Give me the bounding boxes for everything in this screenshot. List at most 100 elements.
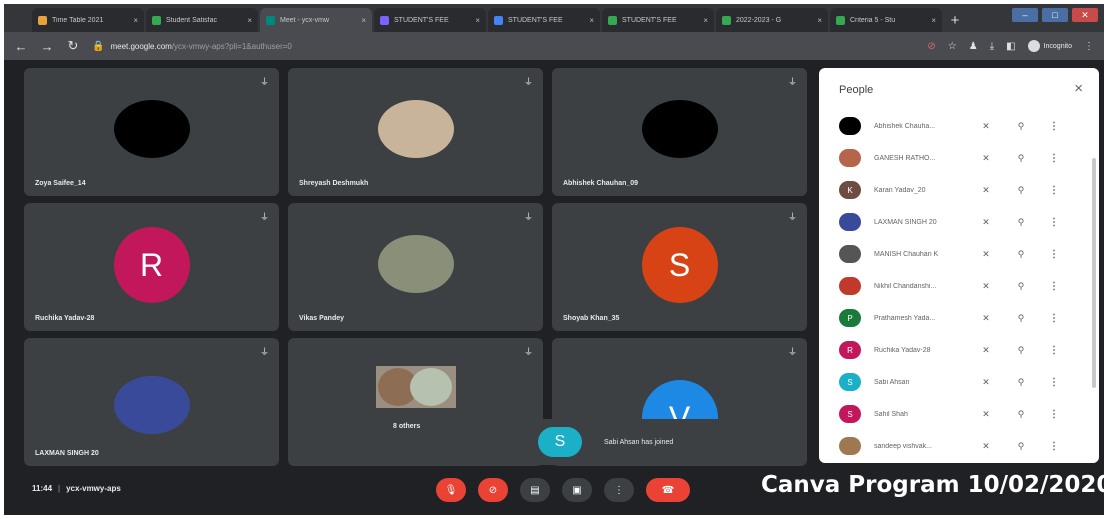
more-options-icon[interactable]: ⋮ <box>1047 185 1061 196</box>
browser-menu-icon[interactable]: ⋮ <box>1084 41 1094 52</box>
meeting-details[interactable]: 11:44 | ycx-vmwy-aps <box>32 484 121 493</box>
sidebar-icon[interactable]: ◧ <box>1006 41 1015 52</box>
participant-row[interactable]: P Prathamesh Yada... ✕ ⚲ ⋮ <box>819 302 1089 334</box>
mic-muted-icon[interactable]: ✕ <box>979 313 993 324</box>
more-options-icon[interactable]: ⋮ <box>1047 121 1061 132</box>
browser-tab[interactable]: STUDENT'S FEE × <box>602 8 714 32</box>
camera-blocked-icon[interactable]: ⊘ <box>927 41 935 52</box>
browser-tab[interactable]: Time Table 2021 × <box>32 8 144 32</box>
browser-tab[interactable]: STUDENT'S FEE × <box>374 8 486 32</box>
close-window-button[interactable]: ✕ <box>1072 8 1098 22</box>
pin-icon[interactable]: ⚲ <box>1014 153 1028 164</box>
participant-avatar <box>113 100 190 158</box>
pin-icon[interactable]: ⚲ <box>1014 121 1028 132</box>
download-icon[interactable]: ⤓ <box>990 41 994 52</box>
pin-icon[interactable]: ⚲ <box>1014 313 1028 324</box>
participant-tile[interactable]: ⏚ Shreyash Deshmukh <box>288 68 543 196</box>
mic-muted-icon[interactable]: ✕ <box>979 217 993 228</box>
more-options-icon[interactable]: ⋮ <box>1047 281 1061 292</box>
participant-row[interactable]: MANISH Chauhan K ✕ ⚲ ⋮ <box>819 238 1089 270</box>
tab-close-icon[interactable]: × <box>703 16 708 25</box>
browser-tab[interactable]: Meet - ycx-vmw × <box>260 8 372 32</box>
participant-row[interactable]: S Sabi Ahsan ✕ ⚲ ⋮ <box>819 366 1089 398</box>
participant-tile[interactable]: ⏚ LAXMAN SINGH 20 <box>24 338 279 466</box>
captions-button[interactable]: ▤ <box>520 478 550 502</box>
panel-scrollbar[interactable] <box>1092 158 1096 388</box>
pin-icon[interactable]: ⚲ <box>1014 345 1028 356</box>
participant-row[interactable]: sandeep vishvak... ✕ ⚲ ⋮ <box>819 430 1089 462</box>
mic-muted-icon[interactable]: ✕ <box>979 441 993 452</box>
participant-tile[interactable]: ⏚ 8 others <box>288 338 543 466</box>
tab-close-icon[interactable]: × <box>931 16 936 25</box>
participant-row[interactable]: R Ruchika Yadav-28 ✕ ⚲ ⋮ <box>819 334 1089 366</box>
url-field[interactable]: 🔒 meet.google.com/ycx-vmwy-aps?pli=1&aut… <box>92 37 915 55</box>
pin-icon[interactable]: ⚲ <box>1014 409 1028 420</box>
mic-muted-icon[interactable]: ✕ <box>979 121 993 132</box>
participant-row[interactable]: S Sahil Shah ✕ ⚲ ⋮ <box>819 398 1089 430</box>
participant-row[interactable]: Nikhil Chandanshi... ✕ ⚲ ⋮ <box>819 270 1089 302</box>
maximize-button[interactable]: □ <box>1042 8 1068 22</box>
participant-tile[interactable]: ⏚ R Ruchika Yadav-28 <box>24 203 279 331</box>
participant-tile[interactable]: ⏚ Vikas Pandey <box>288 203 543 331</box>
present-button[interactable]: ▣ <box>562 478 592 502</box>
more-options-icon[interactable]: ⋮ <box>1047 377 1061 388</box>
pin-icon[interactable]: ⚲ <box>1014 441 1028 452</box>
more-options-icon[interactable]: ⋮ <box>1047 153 1061 164</box>
participant-avatar <box>839 437 861 455</box>
tab-close-icon[interactable]: × <box>133 16 138 25</box>
mic-muted-icon[interactable]: ✕ <box>979 249 993 260</box>
tab-close-icon[interactable]: × <box>475 16 480 25</box>
mic-off-button[interactable]: 🎙 <box>436 478 466 502</box>
participant-tile[interactable]: ⏚ S Shoyab Khan_35 <box>552 203 807 331</box>
tab-close-icon[interactable]: × <box>247 16 252 25</box>
camera-off-button[interactable]: ⊘ <box>478 478 508 502</box>
back-icon[interactable]: ← <box>14 39 28 54</box>
incognito-indicator[interactable]: Incognito <box>1027 40 1072 52</box>
browser-tab[interactable]: 2022-2023 - G × <box>716 8 828 32</box>
pin-icon[interactable]: ⚲ <box>1014 217 1028 228</box>
browser-tab[interactable]: Criteria 5 - Stu × <box>830 8 942 32</box>
reload-icon[interactable]: ↻ <box>66 38 80 54</box>
more-options-icon[interactable]: ⋮ <box>1047 409 1061 420</box>
pin-icon[interactable]: ⚲ <box>1014 249 1028 260</box>
mic-muted-icon[interactable]: ✕ <box>979 345 993 356</box>
participant-avatar <box>839 213 861 231</box>
forward-icon[interactable]: → <box>40 39 54 54</box>
mic-muted-icon[interactable]: ✕ <box>979 185 993 196</box>
mic-muted-icon[interactable]: ✕ <box>979 281 993 292</box>
pin-icon[interactable]: ⚲ <box>1014 281 1028 292</box>
pin-icon[interactable]: ⚲ <box>1014 185 1028 196</box>
bookmark-star-icon[interactable]: ☆ <box>948 41 957 52</box>
mic-muted-icon[interactable]: ✕ <box>979 377 993 388</box>
participant-tile[interactable]: ⏚ Zoya Saifee_14 <box>24 68 279 196</box>
more-options-button[interactable]: ⋮ <box>604 478 634 502</box>
participant-row[interactable]: LAXMAN SINGH 20 ✕ ⚲ ⋮ <box>819 206 1089 238</box>
participant-name: Sabi Ahsan <box>874 378 910 386</box>
tab-close-icon[interactable]: × <box>361 16 366 25</box>
mic-muted-icon[interactable]: ✕ <box>979 409 993 420</box>
new-tab-button[interactable]: + <box>944 10 966 30</box>
extension-icon[interactable]: ♟ <box>969 41 978 52</box>
minimize-button[interactable]: – <box>1012 8 1038 22</box>
more-options-icon[interactable]: ⋮ <box>1047 217 1061 228</box>
participant-tile[interactable]: ⏚ Abhishek Chauhan_09 <box>552 68 807 196</box>
more-options-icon[interactable]: ⋮ <box>1047 313 1061 324</box>
tab-close-icon[interactable]: × <box>817 16 822 25</box>
mic-muted-icon[interactable]: ✕ <box>979 153 993 164</box>
end-call-button[interactable]: ☎ <box>646 478 690 502</box>
muted-mic-icon: ⏚ <box>523 212 533 222</box>
more-options-icon[interactable]: ⋮ <box>1047 345 1061 356</box>
participant-row[interactable]: GANESH RATHO... ✕ ⚲ ⋮ <box>819 142 1089 174</box>
more-options-icon[interactable]: ⋮ <box>1047 249 1061 260</box>
participant-name: Vikas Pandey <box>299 315 345 322</box>
tab-close-icon[interactable]: × <box>589 16 594 25</box>
participant-row[interactable]: K Karan Yadav_20 ✕ ⚲ ⋮ <box>819 174 1089 206</box>
participant-initial-avatar: S <box>641 227 718 303</box>
more-options-icon[interactable]: ⋮ <box>1047 441 1061 452</box>
browser-tab[interactable]: STUDENT'S FEE × <box>488 8 600 32</box>
browser-tab[interactable]: Student Satisfac × <box>146 8 258 32</box>
close-panel-button[interactable]: × <box>1074 80 1083 97</box>
participant-row[interactable]: Abhishek Chauha... ✕ ⚲ ⋮ <box>819 110 1089 142</box>
participant-photo <box>113 376 190 434</box>
pin-icon[interactable]: ⚲ <box>1014 377 1028 388</box>
